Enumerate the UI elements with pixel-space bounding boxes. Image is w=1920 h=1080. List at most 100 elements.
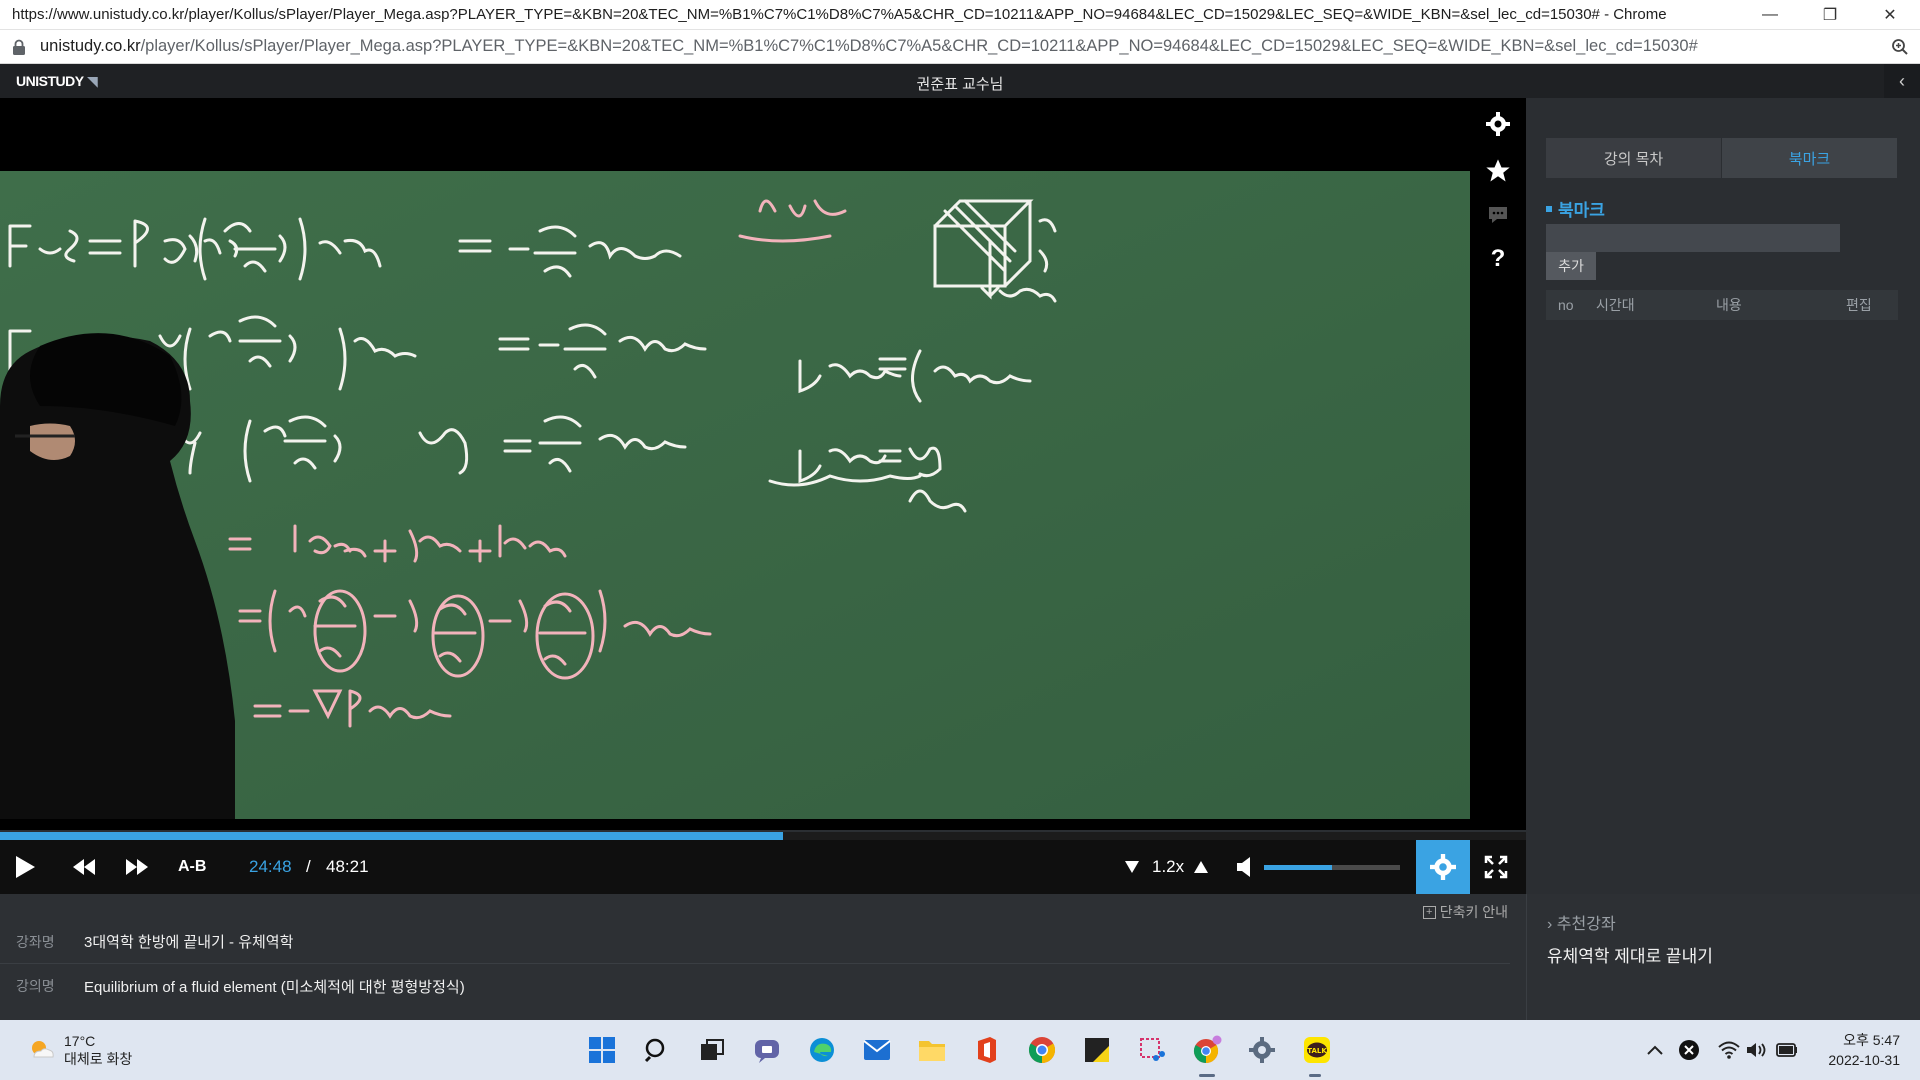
mute-button[interactable]	[1236, 840, 1252, 894]
volume-icon[interactable]	[1745, 1038, 1769, 1062]
kakaotalk-icon[interactable]: TALK	[1301, 1034, 1333, 1066]
tab-bookmark[interactable]: 북마크	[1722, 138, 1898, 178]
rewind-icon	[73, 859, 95, 875]
course-value: 3대역학 한방에 끝내기 - 유체역학	[84, 934, 294, 951]
address-bar[interactable]: unistudy.co.kr/player/Kollus/sPlayer/Pla…	[0, 30, 1920, 64]
chat-icon[interactable]	[1470, 195, 1526, 235]
wifi-icon[interactable]	[1717, 1038, 1741, 1062]
bookmark-input[interactable]	[1546, 224, 1840, 252]
play-icon	[16, 856, 35, 878]
clock-date: 2022-10-31	[1828, 1052, 1900, 1068]
tab-lecture-index[interactable]: 강의 목차	[1546, 138, 1722, 178]
volume-slider[interactable]	[1264, 865, 1400, 870]
battery-icon[interactable]	[1775, 1038, 1799, 1062]
recommend-section: › 추천강좌 유체역학 제대로 끝내기	[1526, 894, 1920, 1020]
help-icon[interactable]: ?	[1470, 239, 1526, 279]
weather-icon	[32, 1041, 54, 1058]
chevron-right-icon: ›	[1547, 916, 1557, 933]
playback-speed: 1.2x	[1152, 857, 1185, 876]
recommend-label: 추천강좌	[1556, 916, 1616, 933]
rewind-button[interactable]	[72, 840, 96, 894]
recommend-item[interactable]: 유체역학 제대로 끝내기	[1547, 942, 1713, 967]
gear-icon[interactable]	[1470, 104, 1526, 144]
chevron-left-icon: ‹	[1899, 70, 1905, 91]
bookmark-heading: 북마크	[1546, 196, 1605, 221]
snipping-tool-icon[interactable]	[1136, 1034, 1168, 1066]
lecture-video-frame[interactable]	[0, 171, 1470, 819]
triangle-down-icon	[1125, 861, 1139, 873]
zoom-icon[interactable]	[1880, 38, 1920, 56]
lecture-value: Equilibrium of a fluid element (미소체적에 대한…	[84, 978, 465, 996]
search-icon[interactable]	[641, 1034, 673, 1066]
office-icon[interactable]	[971, 1034, 1003, 1066]
fast-forward-icon	[126, 859, 148, 875]
task-view-icon[interactable]	[696, 1034, 728, 1066]
edge-icon[interactable]	[806, 1034, 838, 1066]
shortcut-guide-link[interactable]: + 단축키 안내	[1422, 902, 1508, 922]
teams-chat-icon[interactable]	[751, 1034, 783, 1066]
restore-icon: ❐	[1822, 6, 1838, 24]
play-button[interactable]	[14, 840, 36, 894]
star-icon[interactable]	[1470, 151, 1526, 191]
seek-bar-progress	[0, 832, 783, 840]
side-panel: 강의 목차 북마크 북마크 추가 no 시간대 내용 편집	[1526, 98, 1920, 894]
speaker-icon	[1237, 857, 1250, 877]
weather-widget[interactable]: 17°C 대체로 화창	[28, 1032, 132, 1068]
course-row: 강좌명 3대역학 한방에 끝내기 - 유체역학	[0, 920, 1510, 964]
col-no: no	[1558, 297, 1574, 313]
course-key: 강좌명	[16, 933, 55, 950]
x-circle-icon[interactable]	[1677, 1038, 1701, 1062]
col-content: 내용	[1716, 297, 1742, 313]
speed-down-button[interactable]	[1124, 840, 1140, 894]
seek-bar[interactable]	[0, 832, 1526, 840]
player-controls: A-B 24:48 / 48:21 1.2x	[0, 840, 1526, 894]
col-edit: 편집	[1846, 297, 1872, 313]
restore-button[interactable]: ❐	[1800, 0, 1860, 30]
gear-icon	[1430, 854, 1456, 880]
speed-up-button[interactable]	[1193, 840, 1209, 894]
chalkboard-drawing	[0, 171, 1470, 819]
settings-icon[interactable]	[1246, 1034, 1278, 1066]
player-settings-button[interactable]	[1416, 840, 1470, 894]
lock-icon[interactable]	[12, 39, 34, 55]
recommend-heading: › 추천강좌	[1547, 910, 1616, 934]
file-explorer-icon[interactable]	[916, 1034, 948, 1066]
time-separator: /	[306, 857, 311, 876]
close-icon: ✕	[1883, 6, 1897, 24]
lecture-row: 강의명 Equilibrium of a fluid element (미소체적…	[0, 964, 1510, 1008]
minimize-button[interactable]: —	[1740, 0, 1800, 30]
weather-desc: 대체로 화창	[64, 1051, 133, 1067]
col-time: 시간대	[1596, 297, 1635, 313]
volume-level	[1264, 865, 1332, 870]
url-host: unistudy.co.kr	[40, 37, 141, 55]
clock-time: 오후 5:47	[1843, 1032, 1900, 1048]
url-path: /player/Kollus/sPlayer/Player_Mega.asp?P…	[140, 37, 1698, 55]
shortcut-label: 단축키 안내	[1439, 904, 1508, 920]
ab-repeat-button[interactable]: A-B	[178, 840, 206, 894]
clock[interactable]: 오후 5:47 2022-10-31	[1828, 1030, 1900, 1070]
bullet-icon	[1546, 205, 1552, 212]
window-title: https://www.unistudy.co.kr/player/Kollus…	[12, 6, 1667, 23]
url-text[interactable]: unistudy.co.kr/player/Kollus/sPlayer/Pla…	[34, 37, 1880, 56]
lecture-info: + 단축키 안내 강좌명 3대역학 한방에 끝내기 - 유체역학 강의명 Equi…	[0, 894, 1526, 1020]
mail-icon[interactable]	[861, 1034, 893, 1066]
current-time: 24:48	[249, 857, 292, 876]
collapse-panel-button[interactable]: ‹	[1884, 64, 1920, 98]
fast-forward-button[interactable]	[125, 840, 149, 894]
fullscreen-button[interactable]	[1484, 840, 1508, 894]
windows-start-icon[interactable]	[586, 1034, 618, 1066]
video-player[interactable]: ?	[0, 98, 1526, 830]
total-time: 48:21	[326, 857, 369, 876]
fullscreen-icon	[1484, 855, 1508, 879]
temperature: 17°C	[64, 1033, 96, 1049]
sticky-notes-icon[interactable]	[1081, 1034, 1113, 1066]
window-titlebar: https://www.unistudy.co.kr/player/Kollus…	[0, 0, 1920, 30]
chrome-icon[interactable]	[1026, 1034, 1058, 1066]
player-side-toolbar: ?	[1470, 98, 1526, 830]
close-button[interactable]: ✕	[1860, 0, 1920, 30]
taskbar: 17°C 대체로 화창 TALK 오후 5:47 2022-10-31	[0, 1020, 1920, 1080]
chrome-profile-icon[interactable]	[1191, 1034, 1223, 1066]
show-hidden-icons-button[interactable]	[1643, 1038, 1667, 1062]
add-bookmark-button[interactable]: 추가	[1546, 252, 1596, 280]
bookmark-table-header: no 시간대 내용 편집	[1546, 290, 1898, 320]
